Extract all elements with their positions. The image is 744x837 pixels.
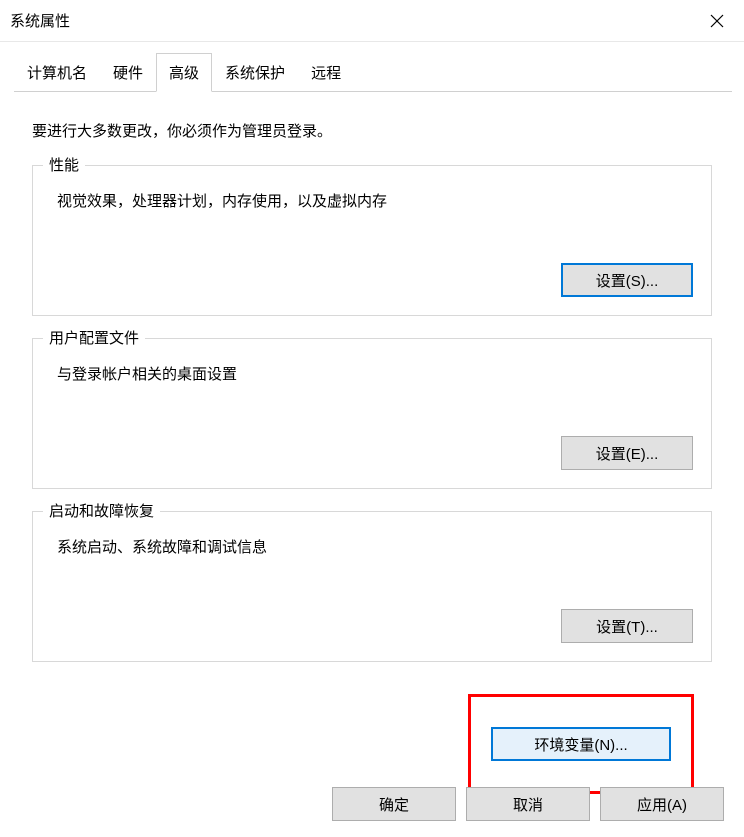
tab-bar: 计算机名 硬件 高级 系统保护 远程: [14, 52, 732, 92]
tab-advanced[interactable]: 高级: [156, 53, 212, 92]
titlebar: 系统属性: [0, 0, 744, 42]
group-user-profiles-button-row: 设置(E)...: [51, 436, 693, 470]
close-button[interactable]: [690, 0, 744, 42]
group-user-profiles-title: 用户配置文件: [43, 327, 145, 348]
group-user-profiles-desc: 与登录帐户相关的桌面设置: [57, 363, 693, 384]
group-startup-recovery-title: 启动和故障恢复: [43, 500, 160, 521]
group-performance-title: 性能: [43, 154, 85, 175]
intro-text: 要进行大多数更改，你必须作为管理员登录。: [32, 120, 712, 141]
group-startup-recovery-desc: 系统启动、系统故障和调试信息: [57, 536, 693, 557]
tab-hardware[interactable]: 硬件: [100, 53, 156, 92]
content-area: 要进行大多数更改，你必须作为管理员登录。 性能 视觉效果，处理器计划，内存使用，…: [0, 92, 744, 804]
env-variables-container: 环境变量(N)...: [32, 694, 712, 794]
group-performance: 性能 视觉效果，处理器计划，内存使用，以及虚拟内存 设置(S)...: [32, 165, 712, 316]
environment-variables-button[interactable]: 环境变量(N)...: [491, 727, 671, 761]
window-title: 系统属性: [10, 10, 70, 31]
group-startup-recovery: 启动和故障恢复 系统启动、系统故障和调试信息 设置(T)...: [32, 511, 712, 662]
cancel-button[interactable]: 取消: [466, 787, 590, 821]
ok-button[interactable]: 确定: [332, 787, 456, 821]
group-performance-button-row: 设置(S)...: [51, 263, 693, 297]
startup-recovery-settings-button[interactable]: 设置(T)...: [561, 609, 693, 643]
tab-remote[interactable]: 远程: [298, 53, 354, 92]
tab-system-protection[interactable]: 系统保护: [212, 53, 298, 92]
dialog-footer: 确定 取消 应用(A): [332, 787, 724, 821]
tab-computer-name[interactable]: 计算机名: [14, 53, 100, 92]
user-profiles-settings-button[interactable]: 设置(E)...: [561, 436, 693, 470]
close-icon: [710, 14, 724, 28]
apply-button[interactable]: 应用(A): [600, 787, 724, 821]
group-performance-desc: 视觉效果，处理器计划，内存使用，以及虚拟内存: [57, 190, 693, 211]
group-user-profiles: 用户配置文件 与登录帐户相关的桌面设置 设置(E)...: [32, 338, 712, 489]
red-highlight-annotation: 环境变量(N)...: [468, 694, 694, 794]
performance-settings-button[interactable]: 设置(S)...: [561, 263, 693, 297]
group-startup-recovery-button-row: 设置(T)...: [51, 609, 693, 643]
